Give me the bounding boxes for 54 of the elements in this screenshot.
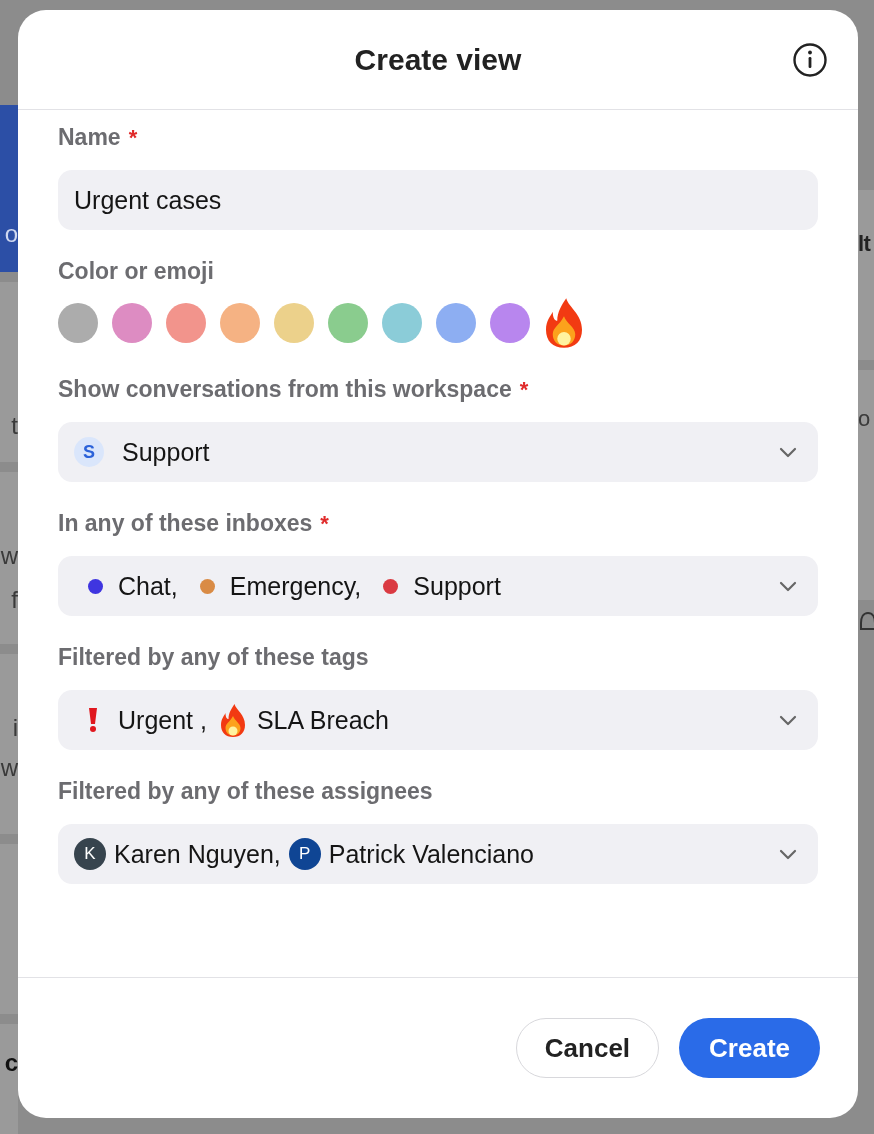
assignee-name: Patrick Valenciano (328, 839, 534, 869)
flame-icon (220, 703, 245, 737)
background-text: f (10, 586, 18, 614)
field-label: Color or emoji (58, 258, 214, 285)
required-mark: * (320, 511, 329, 537)
select-value: Support (122, 437, 210, 467)
inboxes-select[interactable]: Chat, Emergency, Support (58, 556, 818, 616)
field-label: Filtered by any of these tags (58, 644, 369, 671)
color-swatch[interactable] (166, 303, 206, 343)
assignee-name: Karen Nguyen, (114, 839, 281, 869)
color-swatch[interactable] (274, 303, 314, 343)
background-text: c (3, 1049, 18, 1077)
dialog-title: Create view (354, 42, 522, 77)
workspace-select[interactable]: S Support (58, 422, 818, 482)
avatar: K (74, 838, 106, 870)
tags-select[interactable]: Urgent , SLA Breach (58, 690, 818, 750)
color-swatch[interactable] (58, 303, 98, 343)
cancel-button[interactable]: Cancel (515, 1018, 660, 1078)
inbox-name: Chat, (118, 571, 178, 601)
chevron-down-icon (778, 713, 798, 727)
field-label: Filtered by any of these assignees (58, 778, 433, 805)
color-swatch[interactable] (382, 303, 422, 343)
color-swatch[interactable] (490, 303, 530, 343)
info-icon (792, 42, 828, 78)
background-text: t (10, 412, 18, 440)
create-button[interactable]: Create (679, 1018, 820, 1078)
inbox-name: Support (413, 571, 501, 601)
assignees-select[interactable]: K Karen Nguyen, P Patrick Valenciano (58, 824, 818, 884)
color-swatch[interactable] (436, 303, 476, 343)
exclamation-icon (86, 707, 100, 733)
field-label: Show conversations from this workspace (58, 376, 512, 403)
background-text: i (11, 714, 18, 742)
avatar: P (288, 838, 321, 870)
chevron-down-icon (778, 847, 798, 861)
background-text: o (3, 220, 18, 248)
background-text: o (858, 405, 871, 433)
tag-name: SLA Breach (256, 705, 389, 735)
color-swatch[interactable] (328, 303, 368, 343)
field-label: In any of these inboxes (58, 510, 313, 537)
name-field[interactable]: Urgent cases (58, 170, 818, 230)
inbox-name: Emergency, (229, 571, 362, 601)
chevron-down-icon (778, 579, 798, 593)
required-mark: * (128, 125, 138, 151)
color-swatch[interactable] (220, 303, 260, 343)
background-text: w (0, 754, 18, 782)
background-text: lt (858, 230, 872, 258)
workspace-badge: S (74, 437, 104, 467)
color-swatch[interactable] (112, 303, 152, 343)
required-mark: * (519, 377, 529, 403)
field-label: Name (58, 124, 121, 151)
flame-icon[interactable] (546, 298, 582, 348)
chevron-down-icon (778, 445, 798, 459)
background-text: w (0, 542, 18, 570)
tag-name: Urgent , (118, 705, 207, 735)
